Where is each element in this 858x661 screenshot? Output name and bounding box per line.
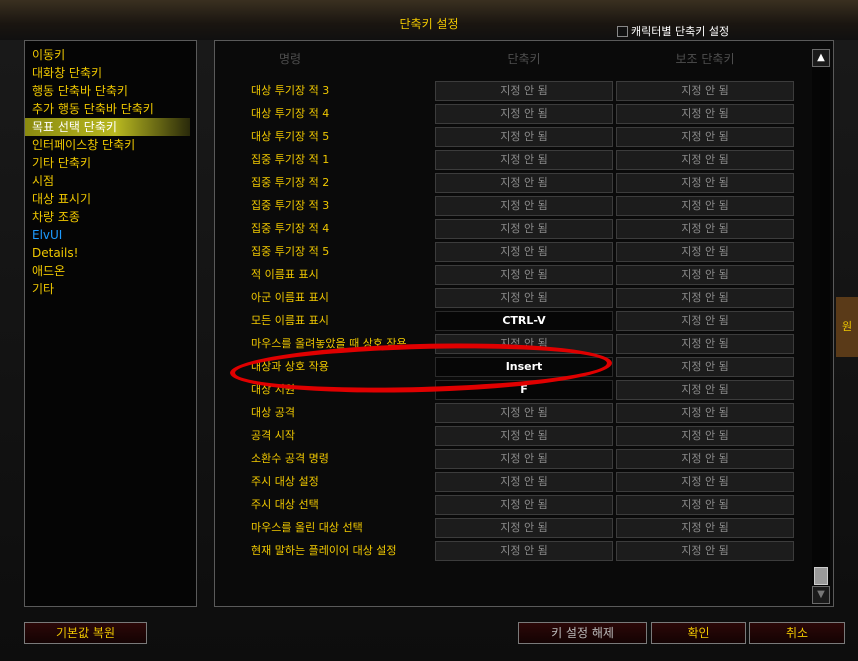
category-item[interactable]: 애드온 (25, 262, 190, 280)
secondary-key-button[interactable]: 지정 안 됨 (616, 219, 794, 239)
binding-row-name: 집중 투기장 적 3 (251, 199, 330, 212)
secondary-key-button[interactable]: 지정 안 됨 (616, 541, 794, 561)
binding-row-name: 대상 지원 (251, 383, 295, 396)
secondary-key-button[interactable]: 지정 안 됨 (616, 495, 794, 515)
secondary-key-button[interactable]: 지정 안 됨 (616, 449, 794, 469)
column-header-key2: 보조 단축키 (675, 52, 735, 66)
primary-key-button[interactable]: 지정 안 됨 (435, 449, 613, 469)
secondary-key-button[interactable]: 지정 안 됨 (616, 380, 794, 400)
secondary-key-button[interactable]: 지정 안 됨 (616, 104, 794, 124)
category-item[interactable]: 차량 조종 (25, 208, 190, 226)
keybindings-window: 단축키 설정 캐릭터별 단축키 설정 이동키 대화창 단축키 행동 단축바 단축키 추… (0, 0, 858, 661)
category-item[interactable]: 대상 표시기 (25, 190, 190, 208)
primary-key-button[interactable]: F (435, 380, 613, 400)
character-specific-label: 캐릭터별 단축키 설정 (631, 25, 730, 38)
primary-key-button[interactable]: 지정 안 됨 (435, 219, 613, 239)
binding-list: 명령 단축키 보조 단축키 ▲ ▼ 대상 투기장 적 3 지정 안 됨 지정 안 됨… (214, 40, 834, 607)
cancel-button[interactable]: 취소 (749, 622, 845, 644)
binding-row-name: 대상 투기장 적 3 (251, 84, 330, 97)
background-side-element: 원 (836, 297, 858, 357)
secondary-key-button[interactable]: 지정 안 됨 (616, 173, 794, 193)
category-item[interactable]: Details! (25, 244, 190, 262)
primary-key-button[interactable]: 지정 안 됨 (435, 150, 613, 170)
primary-key-button[interactable]: 지정 안 됨 (435, 81, 613, 101)
category-list: 이동키 대화창 단축키 행동 단축바 단축키 추가 행동 단축바 단축키 목표 선택 단… (24, 40, 197, 607)
primary-key-button[interactable]: Insert (435, 357, 613, 377)
primary-key-button[interactable]: 지정 안 됨 (435, 334, 613, 354)
category-item[interactable]: 이동키 (25, 46, 190, 64)
primary-key-button[interactable]: 지정 안 됨 (435, 196, 613, 216)
secondary-key-button[interactable]: 지정 안 됨 (616, 472, 794, 492)
primary-key-button[interactable]: CTRL-V (435, 311, 613, 331)
column-header-key1: 단축키 (507, 52, 541, 66)
category-item[interactable]: 추가 행동 단축바 단축키 (25, 100, 190, 118)
primary-key-button[interactable]: 지정 안 됨 (435, 403, 613, 423)
secondary-key-button[interactable]: 지정 안 됨 (616, 403, 794, 423)
scrollbar[interactable]: ▲ ▼ (812, 49, 830, 604)
binding-row-name: 대상 투기장 적 5 (251, 130, 330, 143)
primary-key-button[interactable]: 지정 안 됨 (435, 495, 613, 515)
category-item[interactable]: 기타 단축키 (25, 154, 190, 172)
binding-row-name: 마우스를 올려놓았을 때 상호 작용 (251, 337, 407, 350)
secondary-key-button[interactable]: 지정 안 됨 (616, 150, 794, 170)
binding-row-name: 주시 대상 선택 (251, 498, 319, 511)
category-item[interactable]: 시점 (25, 172, 190, 190)
secondary-key-button[interactable]: 지정 안 됨 (616, 518, 794, 538)
window-title: 단축키 설정 (399, 17, 459, 31)
secondary-key-button[interactable]: 지정 안 됨 (616, 265, 794, 285)
secondary-key-button[interactable]: 지정 안 됨 (616, 311, 794, 331)
binding-row-name: 주시 대상 설정 (251, 475, 319, 488)
category-item[interactable]: 행동 단축바 단축키 (25, 82, 190, 100)
unbind-key-button[interactable]: 키 설정 해제 (518, 622, 647, 644)
category-item[interactable]: ElvUI (25, 226, 190, 244)
primary-key-button[interactable]: 지정 안 됨 (435, 173, 613, 193)
category-item[interactable]: 인터페이스창 단축키 (25, 136, 190, 154)
secondary-key-button[interactable]: 지정 안 됨 (616, 127, 794, 147)
binding-row-name: 대상과 상호 작용 (251, 360, 329, 373)
primary-key-button[interactable]: 지정 안 됨 (435, 242, 613, 262)
column-header-command: 명령 (278, 52, 302, 66)
confirm-button[interactable]: 확인 (651, 622, 746, 644)
binding-row-name: 집중 투기장 적 2 (251, 176, 330, 189)
category-item[interactable]: 기타 (25, 280, 190, 298)
secondary-key-button[interactable]: 지정 안 됨 (616, 288, 794, 308)
reset-default-button[interactable]: 기본값 복원 (24, 622, 147, 644)
binding-row-name: 현재 말하는 플레이어 대상 설정 (251, 544, 397, 557)
secondary-key-button[interactable]: 지정 안 됨 (616, 196, 794, 216)
primary-key-button[interactable]: 지정 안 됨 (435, 518, 613, 538)
binding-row-name: 대상 투기장 적 4 (251, 107, 330, 120)
primary-key-button[interactable]: 지정 안 됨 (435, 541, 613, 561)
binding-row-name: 집중 투기장 적 4 (251, 222, 330, 235)
secondary-key-button[interactable]: 지정 안 됨 (616, 357, 794, 377)
binding-row-name: 아군 이름표 표시 (251, 291, 329, 304)
primary-key-button[interactable]: 지정 안 됨 (435, 426, 613, 446)
binding-row-name: 공격 시작 (251, 429, 295, 442)
background-left-edge (0, 622, 20, 644)
primary-key-button[interactable]: 지정 안 됨 (435, 288, 613, 308)
character-specific-toggle[interactable]: 캐릭터별 단축키 설정 (617, 23, 729, 39)
binding-row-name: 집중 투기장 적 5 (251, 245, 330, 258)
primary-key-button[interactable]: 지정 안 됨 (435, 472, 613, 492)
secondary-key-button[interactable]: 지정 안 됨 (616, 81, 794, 101)
category-item[interactable]: 목표 선택 단축키 (25, 118, 190, 136)
primary-key-button[interactable]: 지정 안 됨 (435, 104, 613, 124)
scroll-up-icon[interactable]: ▲ (812, 49, 830, 67)
scroll-thumb[interactable] (814, 567, 828, 585)
binding-row-name: 소환수 공격 명령 (251, 452, 329, 465)
primary-key-button[interactable]: 지정 안 됨 (435, 127, 613, 147)
character-specific-checkbox[interactable] (617, 25, 628, 37)
binding-row-name: 적 이름표 표시 (251, 268, 319, 281)
binding-row-name: 집중 투기장 적 1 (251, 153, 330, 166)
secondary-key-button[interactable]: 지정 안 됨 (616, 334, 794, 354)
scroll-down-icon[interactable]: ▼ (812, 586, 830, 604)
primary-key-button[interactable]: 지정 안 됨 (435, 265, 613, 285)
binding-row-name: 모든 이름표 표시 (251, 314, 329, 327)
secondary-key-button[interactable]: 지정 안 됨 (616, 426, 794, 446)
binding-row-name: 마우스를 올린 대상 선택 (251, 521, 363, 534)
secondary-key-button[interactable]: 지정 안 됨 (616, 242, 794, 262)
binding-row-name: 대상 공격 (251, 406, 295, 419)
category-item[interactable]: 대화창 단축키 (25, 64, 190, 82)
